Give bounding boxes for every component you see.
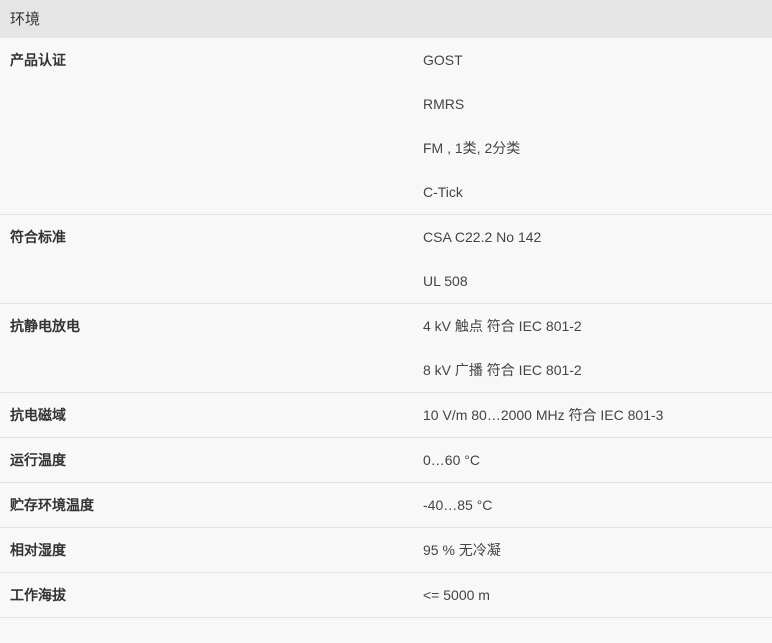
spec-values: 4 kV 触点 符合 IEC 801-2 8 kV 广播 符合 IEC 801-… xyxy=(423,304,772,393)
spec-label: 相对湿度 xyxy=(10,542,66,558)
spec-values: 10 V/m 80…2000 MHz 符合 IEC 801-3 xyxy=(423,393,772,438)
spec-value: -40…85 °C xyxy=(423,497,493,513)
spec-value: UL 508 xyxy=(423,273,468,289)
spec-label: 符合标准 xyxy=(10,229,66,245)
spec-values: GOST RMRS FM , 1类, 2分类 C-Tick xyxy=(423,38,772,215)
spec-values: 0…60 °C xyxy=(423,438,772,483)
spec-value: 95 % 无冷凝 xyxy=(423,542,501,558)
spec-value: 4 kV 触点 符合 IEC 801-2 xyxy=(423,318,582,334)
spec-value: CSA C22.2 No 142 xyxy=(423,229,542,245)
spec-table: 产品认证 GOST RMRS FM , 1类, 2分类 C-Tick 符合标准 … xyxy=(0,38,772,618)
spec-value: GOST xyxy=(423,52,463,68)
spec-label: 产品认证 xyxy=(10,52,66,68)
spec-row-humidity: 相对湿度 95 % 无冷凝 xyxy=(0,528,772,573)
spec-row-esd: 抗静电放电 4 kV 触点 符合 IEC 801-2 8 kV 广播 符合 IE… xyxy=(0,304,772,393)
spec-row-altitude: 工作海拔 <= 5000 m xyxy=(0,573,772,618)
spec-value: 0…60 °C xyxy=(423,452,480,468)
spec-row-emi: 抗电磁域 10 V/m 80…2000 MHz 符合 IEC 801-3 xyxy=(0,393,772,438)
spec-row-storage-temp: 贮存环境温度 -40…85 °C xyxy=(0,483,772,528)
spec-label: 抗电磁域 xyxy=(10,407,66,423)
spec-label: 抗静电放电 xyxy=(10,318,80,334)
spec-label: 工作海拔 xyxy=(10,587,66,603)
spec-values: CSA C22.2 No 142 UL 508 xyxy=(423,215,772,304)
spec-value: <= 5000 m xyxy=(423,587,490,603)
spec-label: 运行温度 xyxy=(10,452,66,468)
spec-row-operating-temp: 运行温度 0…60 °C xyxy=(0,438,772,483)
spec-value: FM , 1类, 2分类 xyxy=(423,140,521,156)
spec-values: <= 5000 m xyxy=(423,573,772,618)
spec-values: -40…85 °C xyxy=(423,483,772,528)
spec-value: C-Tick xyxy=(423,184,463,200)
spec-values: 95 % 无冷凝 xyxy=(423,528,772,573)
section-header: 环境 xyxy=(0,0,772,38)
section-title: 环境 xyxy=(10,11,41,28)
spec-label: 贮存环境温度 xyxy=(10,497,94,513)
spec-value: 10 V/m 80…2000 MHz 符合 IEC 801-3 xyxy=(423,407,664,423)
spec-value: 8 kV 广播 符合 IEC 801-2 xyxy=(423,362,582,378)
spec-row-certifications: 产品认证 GOST RMRS FM , 1类, 2分类 C-Tick xyxy=(0,38,772,215)
spec-row-standards: 符合标准 CSA C22.2 No 142 UL 508 xyxy=(0,215,772,304)
spec-value: RMRS xyxy=(423,96,465,112)
